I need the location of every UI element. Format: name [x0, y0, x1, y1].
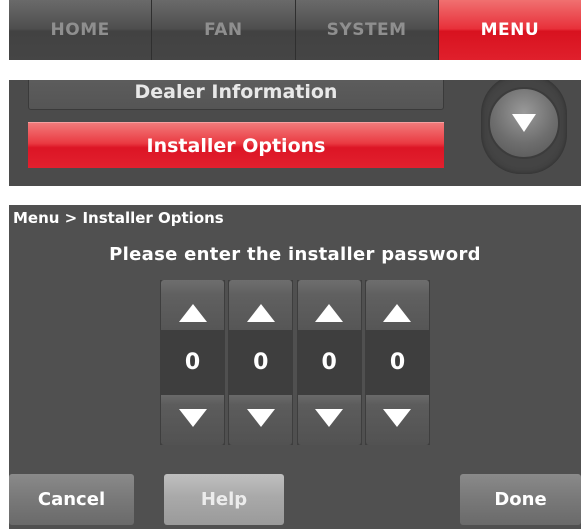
tab-home[interactable]: HOME [9, 0, 153, 60]
digit-column-4: 0 [364, 280, 430, 445]
menu-item-label: Dealer Information [134, 81, 338, 103]
menu-item-installer-options[interactable]: Installer Options [28, 122, 444, 168]
digit-2-value: 0 [253, 349, 269, 375]
digit-column-3: 0 [296, 280, 362, 445]
menu-item-label: Installer Options [146, 134, 326, 157]
scroll-down-button[interactable] [488, 87, 560, 159]
digit-1-value: 0 [184, 349, 201, 375]
digit-3-down-button[interactable] [297, 395, 361, 445]
arrow-up-icon [246, 304, 275, 322]
help-button[interactable]: Help [164, 474, 284, 525]
tab-menu[interactable]: MENU [438, 0, 581, 60]
digit-4-down-button[interactable] [365, 395, 429, 445]
breadcrumb: Menu > Installer Options [13, 209, 224, 227]
digit-column-1: 0 [160, 280, 225, 445]
arrow-up-icon [383, 304, 412, 322]
done-button[interactable]: Done [460, 474, 581, 525]
arrow-down-icon [383, 409, 412, 427]
installer-password-panel: Menu > Installer Options Please enter th… [9, 205, 581, 529]
digit-4-up-button[interactable] [365, 280, 429, 330]
digit-3-value: 0 [321, 349, 337, 375]
top-tab-bar: HOME FAN SYSTEM MENU [9, 0, 581, 60]
digit-3-up-button[interactable] [297, 280, 361, 330]
arrow-up-icon [178, 304, 207, 322]
menu-list-panel: Dealer Information Installer Options [9, 80, 581, 186]
page-prompt: Please enter the installer password [109, 244, 481, 265]
digit-4-value: 0 [389, 349, 406, 375]
tab-system[interactable]: SYSTEM [295, 0, 439, 60]
digit-1-up-button[interactable] [161, 280, 224, 330]
arrow-up-icon [315, 304, 344, 322]
arrow-down-icon [315, 409, 344, 427]
digit-2-up-button[interactable] [229, 280, 293, 330]
cancel-button[interactable]: Cancel [9, 474, 134, 525]
digit-2-down-button[interactable] [229, 395, 293, 445]
arrow-down-icon [178, 409, 207, 427]
chevron-down-icon [512, 114, 536, 132]
password-digit-group: 0 0 0 0 [160, 280, 430, 445]
tab-fan[interactable]: FAN [152, 0, 296, 60]
digit-column-2: 0 [228, 280, 294, 445]
menu-item-dealer-information[interactable]: Dealer Information [28, 80, 444, 110]
arrow-down-icon [246, 409, 275, 427]
digit-1-down-button[interactable] [161, 395, 224, 445]
